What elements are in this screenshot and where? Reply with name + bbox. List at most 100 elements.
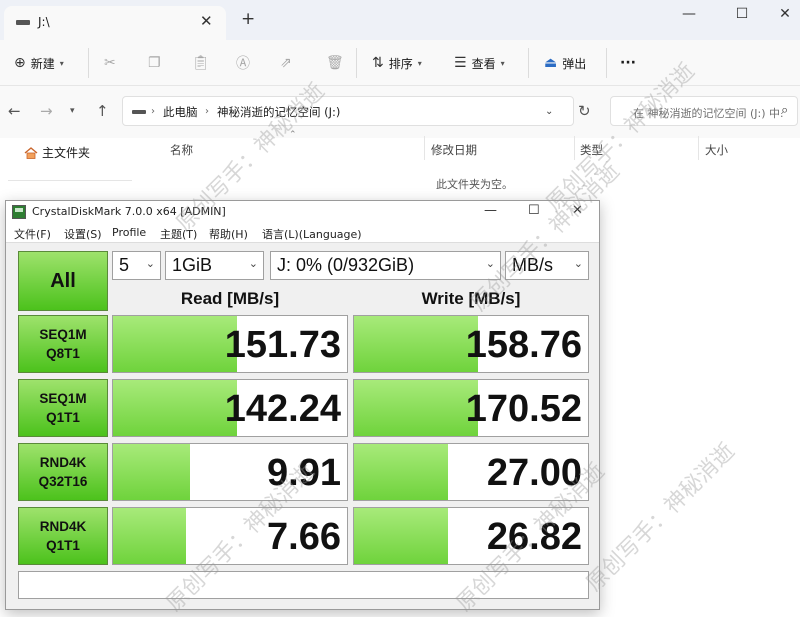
read-result-value: 7.66 (267, 516, 341, 558)
write-result-cell: 170.52 (353, 379, 589, 437)
new-button[interactable]: ⊕ 新建 ▾ (14, 52, 64, 74)
test-name-line2: Q8T1 (46, 346, 80, 361)
column-type[interactable]: 类型 (580, 142, 603, 158)
search-icon: ⌕ (781, 103, 789, 118)
test-count-value: 5 (119, 255, 130, 275)
sort-caret-icon: ⌃ (289, 130, 297, 140)
cut-icon[interactable]: ✂ (104, 52, 116, 74)
read-result-bar (113, 380, 238, 436)
drive-select[interactable]: J: 0% (0/932GiB) ⌄ (270, 251, 501, 280)
menu-language[interactable]: 语言(L)(Language) (262, 226, 362, 242)
cdm-menu-bar: 文件(F) 设置(S) Profile 主题(T) 帮助(H) 语言(L)(La… (6, 223, 599, 243)
menu-theme[interactable]: 主题(T) (160, 226, 197, 242)
tab-close-icon[interactable]: ✕ (200, 12, 213, 30)
sort-button[interactable]: ⇅ 排序 ▾ (372, 52, 422, 74)
back-arrow-icon[interactable]: ← (8, 102, 21, 120)
test-name-line1: SEQ1M (39, 391, 87, 406)
toolbar-divider (88, 48, 89, 78)
delete-icon[interactable]: 🗑︎ (326, 52, 344, 74)
chevron-down-icon: ▾ (417, 58, 422, 68)
column-divider[interactable] (574, 136, 575, 160)
write-result-value: 26.82 (486, 516, 582, 558)
read-header: Read [MB/s] (180, 289, 280, 308)
breadcrumb-chevron-icon: › (205, 106, 209, 117)
refresh-icon[interactable]: ↻ (578, 102, 591, 120)
read-result-bar (113, 316, 238, 372)
read-result-cell: 9.91 (112, 443, 348, 501)
column-divider[interactable] (424, 136, 425, 160)
view-icon: ☰ (454, 55, 467, 71)
test-name-line2: Q1T1 (46, 538, 80, 553)
forward-arrow-icon[interactable]: → (40, 102, 53, 120)
write-result-cell: 158.76 (353, 315, 589, 373)
share-icon[interactable]: ⇗ (280, 52, 292, 74)
home-icon (24, 146, 38, 159)
tab-drive-j[interactable]: J:\ ✕ (4, 6, 226, 40)
test-button-rnd4k-q1t1[interactable]: RND4K Q1T1 (18, 507, 108, 565)
column-name[interactable]: 名称 (170, 142, 193, 158)
maximize-button[interactable]: ☐ (727, 6, 757, 26)
write-result-bar (354, 444, 448, 500)
minimize-button[interactable]: — (484, 203, 497, 218)
eject-icon: ⏏ (544, 55, 558, 71)
toolbar-divider (356, 48, 357, 78)
unit-select[interactable]: MB/s ⌄ (505, 251, 589, 280)
close-button[interactable]: ✕ (770, 6, 800, 26)
read-result-value: 9.91 (267, 452, 341, 494)
search-box[interactable]: 在 神秘消逝的记忆空间 (J:) 中... ⌕ (610, 96, 798, 126)
test-button-seq1m-q8t1[interactable]: SEQ1M Q8T1 (18, 315, 108, 373)
menu-settings[interactable]: 设置(S) (64, 226, 102, 242)
write-result-bar (354, 316, 479, 372)
eject-button[interactable]: ⏏ 弹出 (544, 52, 586, 74)
cdm-title: CrystalDiskMark 7.0.0 x64 [ADMIN] (32, 205, 226, 218)
nav-divider (8, 180, 132, 181)
test-count-select[interactable]: 5 ⌄ (112, 251, 161, 280)
breadcrumb-drive[interactable]: 神秘消逝的记忆空间 (J:) (217, 104, 340, 120)
eject-label: 弹出 (562, 56, 587, 71)
paste-icon[interactable]: 📋︎ (192, 52, 210, 74)
test-button-rnd4k-q32t16[interactable]: RND4K Q32T16 (18, 443, 108, 501)
test-name-line1: RND4K (39, 519, 87, 534)
title-bar: J:\ ✕ + — ☐ ✕ (0, 0, 800, 40)
more-options-button[interactable]: ··· (620, 52, 636, 74)
write-result-cell: 27.00 (353, 443, 589, 501)
unit-value: MB/s (512, 255, 554, 275)
new-tab-button[interactable]: + (241, 9, 255, 29)
recent-chevron-icon[interactable]: ▾ (70, 106, 75, 116)
test-button-seq1m-q1t1[interactable]: SEQ1M Q1T1 (18, 379, 108, 437)
close-button[interactable]: ✕ (572, 203, 583, 218)
new-label: 新建 (30, 56, 55, 71)
read-result-cell: 7.66 (112, 507, 348, 565)
view-button[interactable]: ☰ 查看 ▾ (454, 52, 505, 74)
menu-help[interactable]: 帮助(H) (209, 226, 248, 242)
up-arrow-icon[interactable]: ↑ (96, 102, 109, 120)
address-bar[interactable]: › 此电脑 › 神秘消逝的记忆空间 (J:) ⌄ (122, 96, 574, 126)
chevron-down-icon: ▾ (59, 58, 64, 68)
address-dropdown-icon[interactable]: ⌄ (545, 106, 553, 117)
breadcrumb-this-pc[interactable]: 此电脑 (163, 104, 198, 120)
column-size[interactable]: 大小 (705, 142, 728, 158)
breadcrumb-chevron-icon: › (151, 106, 155, 117)
drive-value: J: 0% (0/932GiB) (277, 255, 415, 275)
write-result-value: 158.76 (465, 324, 582, 366)
command-bar: ⊕ 新建 ▾ ✂ ❐ 📋︎ Ⓐ ⇗ 🗑︎ ⇅ 排序 ▾ ☰ 查看 ▾ ⏏ 弹出 … (0, 40, 800, 86)
read-result-value: 151.73 (224, 324, 341, 366)
minimize-button[interactable]: — (674, 6, 704, 26)
nav-item-home[interactable]: 主文件夹 (24, 144, 90, 161)
rename-icon[interactable]: Ⓐ (236, 52, 250, 74)
sort-icon: ⇅ (372, 55, 384, 71)
empty-folder-message: 此文件夹为空。 (436, 178, 513, 191)
read-result-bar (113, 444, 191, 500)
test-size-select[interactable]: 1GiB ⌄ (165, 251, 264, 280)
column-modified[interactable]: 修改日期 (431, 142, 477, 158)
menu-profile[interactable]: Profile (112, 226, 146, 239)
copy-icon[interactable]: ❐ (148, 52, 161, 74)
comment-field[interactable] (18, 571, 589, 599)
write-result-cell: 26.82 (353, 507, 589, 565)
maximize-button[interactable]: ☐ (528, 203, 540, 218)
menu-file[interactable]: 文件(F) (14, 226, 51, 242)
column-divider[interactable] (698, 136, 699, 160)
read-result-value: 142.24 (224, 388, 341, 430)
toolbar-divider (606, 48, 607, 78)
all-button[interactable]: All (18, 251, 108, 311)
